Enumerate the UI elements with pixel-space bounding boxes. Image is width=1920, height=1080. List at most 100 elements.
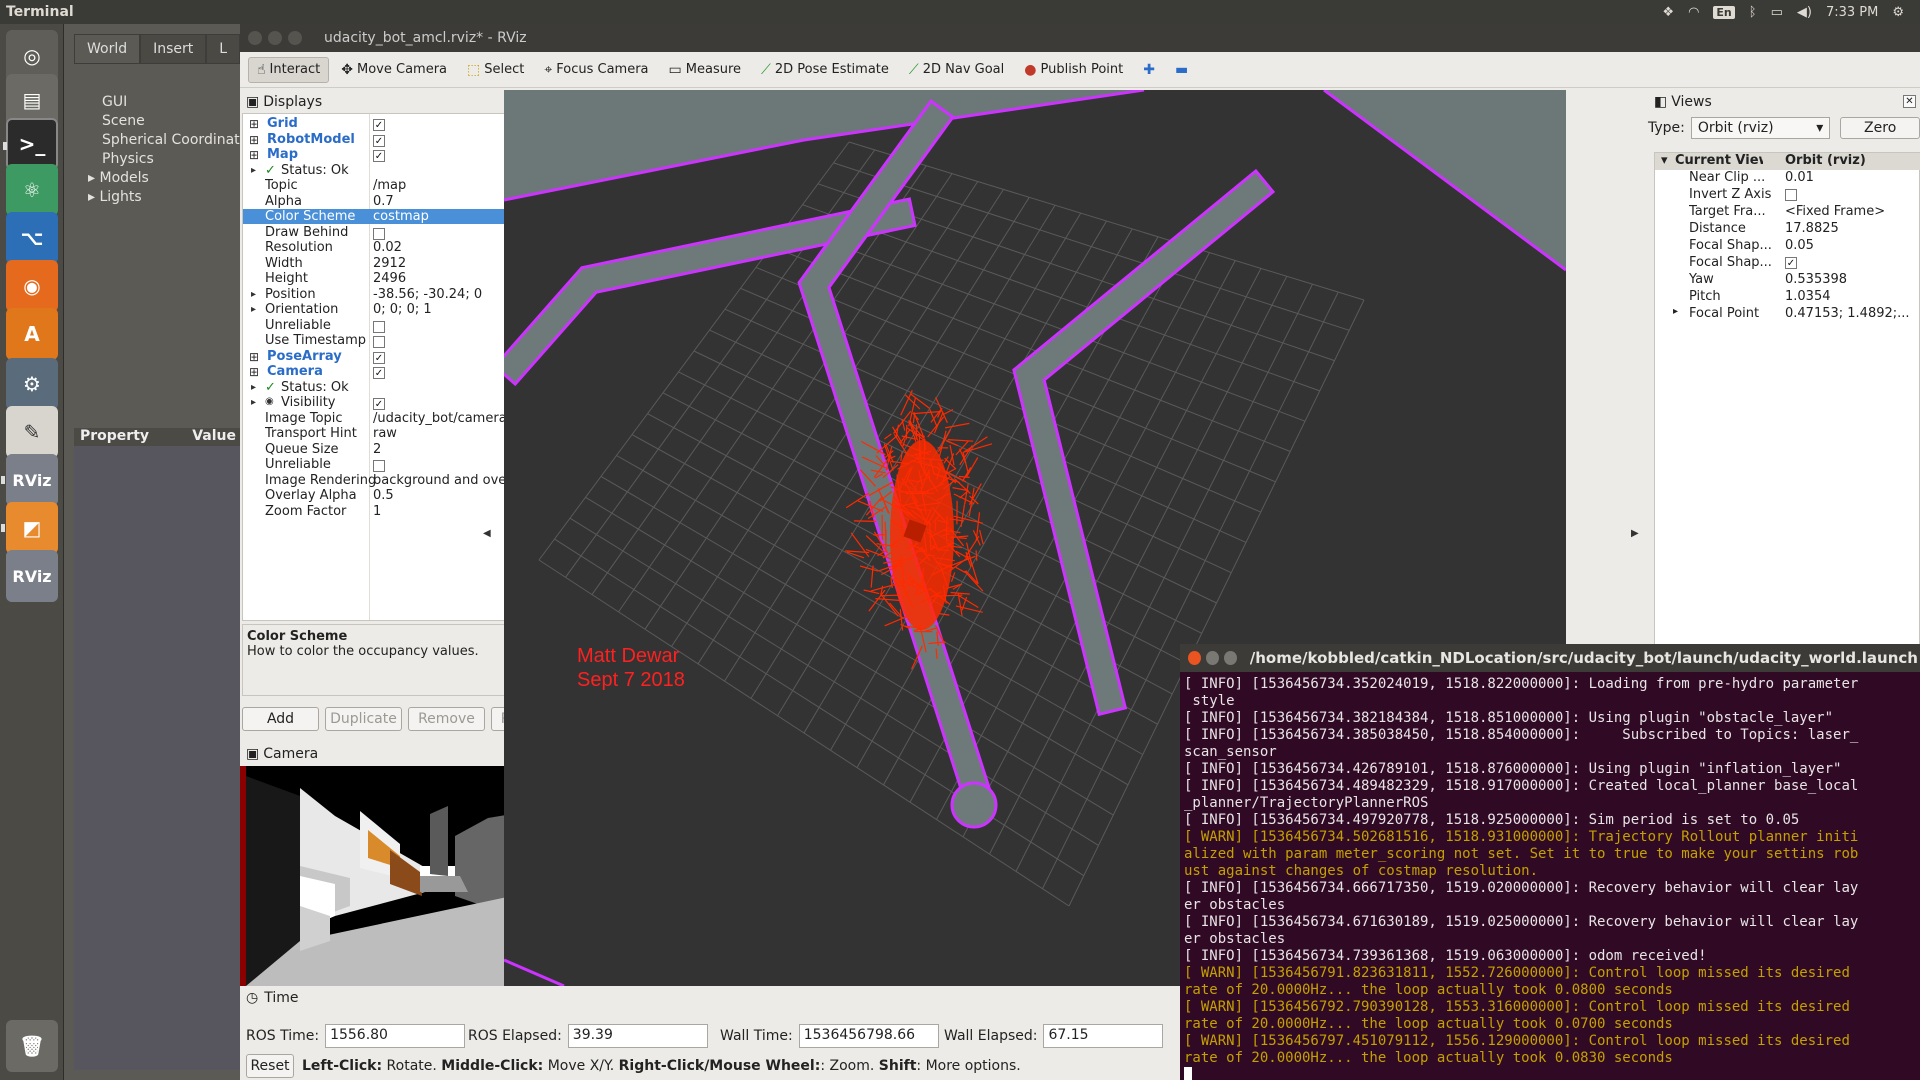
- zero-button[interactable]: Zero: [1840, 117, 1920, 139]
- dropbox-icon[interactable]: ❖: [1662, 5, 1674, 20]
- terminal-output[interactable]: [ INFO] [1536456734.352024019, 1518.8220…: [1180, 672, 1920, 1080]
- expand-arrow-icon[interactable]: ▸: [1673, 306, 1678, 317]
- tree-item-physics[interactable]: Physics: [74, 151, 240, 170]
- tab-insert[interactable]: Insert: [140, 34, 207, 64]
- checkbox[interactable]: ✓: [373, 119, 385, 131]
- tree-item-gui[interactable]: GUI: [74, 94, 240, 113]
- collapse-right-icon[interactable]: ▶: [1631, 528, 1639, 539]
- remove-tool-button[interactable]: ▬: [1167, 58, 1196, 82]
- view-property-value[interactable]: <Fixed Frame>: [1785, 204, 1917, 219]
- minimize-window-icon[interactable]: [1205, 651, 1219, 665]
- expand-arrow-icon[interactable]: ▸: [251, 165, 256, 176]
- view-property-value[interactable]: 17.8825: [1785, 221, 1917, 236]
- wall-elapsed-value[interactable]: 67.15: [1043, 1024, 1164, 1048]
- minimize-window-icon[interactable]: [268, 31, 282, 45]
- volume-icon[interactable]: ◀): [1797, 5, 1812, 20]
- atom-icon[interactable]: ⚛: [6, 164, 58, 216]
- ros-time-value[interactable]: 1556.80: [325, 1024, 466, 1048]
- close-window-icon[interactable]: [1188, 651, 1201, 665]
- rviz-icon[interactable]: RViz: [1, 454, 58, 506]
- view-property-row[interactable]: Target Fra... <Fixed Frame>: [1655, 204, 1920, 221]
- bluetooth-icon[interactable]: ᛒ: [1749, 5, 1757, 20]
- checkbox[interactable]: [373, 320, 385, 333]
- measure-tool-button[interactable]: ▭ Measure: [661, 58, 749, 82]
- view-property-value[interactable]: [1785, 187, 1917, 205]
- text-editor-icon[interactable]: ✎: [6, 406, 58, 458]
- expand-arrow-icon[interactable]: ▸: [251, 397, 256, 408]
- tree-item-scene[interactable]: Scene: [74, 113, 240, 132]
- select-tool-button[interactable]: ⬚ Select: [459, 58, 532, 82]
- tab-layers[interactable]: L: [206, 34, 241, 64]
- view-property-row[interactable]: Yaw 0.535398: [1655, 272, 1920, 289]
- maximize-window-icon[interactable]: [1223, 651, 1237, 665]
- expand-arrow-icon[interactable]: ▸: [251, 382, 256, 393]
- checkbox[interactable]: ✓: [373, 351, 385, 364]
- add-display-button[interactable]: Add: [242, 707, 319, 731]
- view-property-row[interactable]: ▸ Focal Point 0.47153; 1.4892;...: [1655, 306, 1920, 323]
- rviz-icon[interactable]: RViz: [6, 550, 58, 602]
- gazebo-icon[interactable]: ◩: [1, 502, 58, 554]
- checkbox[interactable]: ✓: [373, 134, 385, 147]
- view-property-value[interactable]: 0.535398: [1785, 272, 1917, 287]
- expand-arrow-icon[interactable]: ▸: [88, 170, 99, 186]
- publish-point-tool-button[interactable]: ● Publish Point: [1016, 58, 1131, 82]
- close-icon[interactable]: ✕: [1903, 95, 1916, 108]
- view-property-row[interactable]: Distance 17.8825: [1655, 221, 1920, 238]
- checkbox[interactable]: ✓: [1785, 257, 1797, 269]
- view-property-value[interactable]: 0.05: [1785, 238, 1917, 253]
- robot-model-icon: ⊞: [249, 132, 260, 147]
- trash-icon[interactable]: 🗑: [6, 1020, 58, 1072]
- expand-arrow-icon[interactable]: ▸: [251, 289, 256, 300]
- terminal-icon[interactable]: >_: [3, 118, 58, 170]
- duplicate-display-button[interactable]: Duplicate: [325, 707, 402, 731]
- view-property-row[interactable]: Focal Shap... 0.05: [1655, 238, 1920, 255]
- expand-arrow-icon[interactable]: ▾: [1661, 153, 1668, 168]
- wifi-icon[interactable]: ◠: [1688, 5, 1699, 20]
- terminal-window[interactable]: /home/kobbled/catkin_NDLocation/src/udac…: [1180, 644, 1920, 1080]
- keyboard-layout-indicator[interactable]: En: [1713, 5, 1735, 19]
- tree-item-models[interactable]: ▸ Models: [74, 170, 240, 189]
- checkbox[interactable]: [373, 227, 385, 240]
- clock[interactable]: 7:33 PM: [1826, 5, 1878, 20]
- expand-arrow-icon[interactable]: ▸: [88, 189, 99, 205]
- move-camera-tool-button[interactable]: ✥ Move Camera: [333, 58, 455, 82]
- ros-elapsed-value[interactable]: 39.39: [567, 1024, 708, 1048]
- checkbox[interactable]: ✓: [373, 367, 385, 379]
- pose-estimate-tool-button[interactable]: ⟋ 2D Pose Estimate: [753, 58, 897, 82]
- checkbox[interactable]: [373, 460, 385, 472]
- checkbox[interactable]: ✓: [373, 398, 385, 410]
- battery-icon[interactable]: ▭: [1771, 5, 1783, 20]
- checkbox[interactable]: [373, 336, 385, 348]
- close-window-icon[interactable]: [248, 31, 262, 45]
- maximize-window-icon[interactable]: [288, 31, 302, 45]
- tree-item-spherical[interactable]: Spherical Coordinates: [74, 132, 240, 151]
- view-property-value[interactable]: ✓: [1785, 255, 1917, 270]
- view-property-value[interactable]: 1.0354: [1785, 289, 1917, 304]
- view-property-row[interactable]: Focal Shap... ✓: [1655, 255, 1920, 272]
- view-type-select[interactable]: Orbit (rviz) ▾: [1690, 117, 1831, 139]
- firefox-icon[interactable]: ◉: [6, 260, 58, 312]
- vscode-icon[interactable]: ⌥: [6, 212, 58, 264]
- checkbox[interactable]: [1785, 189, 1797, 201]
- view-property-value[interactable]: 0.47153; 1.4892;...: [1785, 306, 1917, 321]
- tree-item-lights[interactable]: ▸ Lights: [74, 189, 240, 208]
- reset-button[interactable]: Reset: [246, 1054, 294, 1078]
- view-property-row[interactable]: Pitch 1.0354: [1655, 289, 1920, 306]
- focus-camera-tool-button[interactable]: ⌖ Focus Camera: [536, 58, 656, 82]
- tab-world[interactable]: World: [74, 34, 141, 64]
- add-tool-button[interactable]: ✚: [1135, 58, 1163, 82]
- view-property-row[interactable]: Invert Z Axis: [1655, 187, 1920, 204]
- settings-gear-icon[interactable]: ⚙: [1892, 5, 1904, 20]
- software-center-icon[interactable]: A: [6, 308, 58, 360]
- checkbox[interactable]: ✓: [373, 150, 385, 162]
- remove-display-button[interactable]: Remove: [408, 707, 485, 731]
- nav-goal-tool-button[interactable]: ⟋ 2D Nav Goal: [901, 58, 1012, 82]
- wall-time-value[interactable]: 1536456798.66: [798, 1024, 939, 1048]
- system-settings-icon[interactable]: ⚙: [6, 358, 58, 410]
- view-property-row[interactable]: Near Clip ... 0.01: [1655, 170, 1920, 187]
- collapse-left-icon[interactable]: ◀: [483, 528, 491, 539]
- interact-tool-button[interactable]: ☝ Interact: [248, 56, 330, 83]
- view-property-value[interactable]: 0.01: [1785, 170, 1917, 185]
- current-view-row[interactable]: ▾ Current View Orbit (rviz): [1655, 153, 1920, 170]
- expand-arrow-icon[interactable]: ▸: [251, 304, 256, 315]
